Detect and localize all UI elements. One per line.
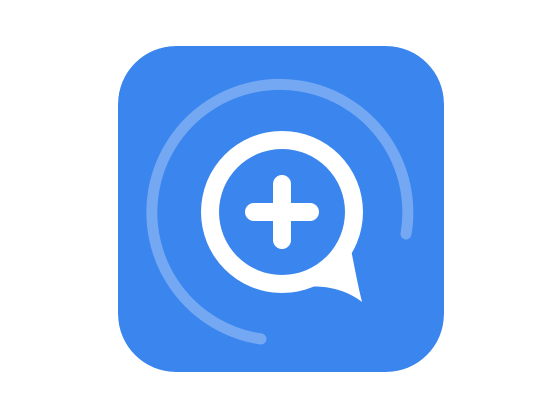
plus-horizontal-bar: [245, 203, 319, 221]
app-icon-graphic: [118, 46, 444, 372]
canvas: [0, 0, 560, 420]
app-icon[interactable]: [118, 46, 444, 372]
